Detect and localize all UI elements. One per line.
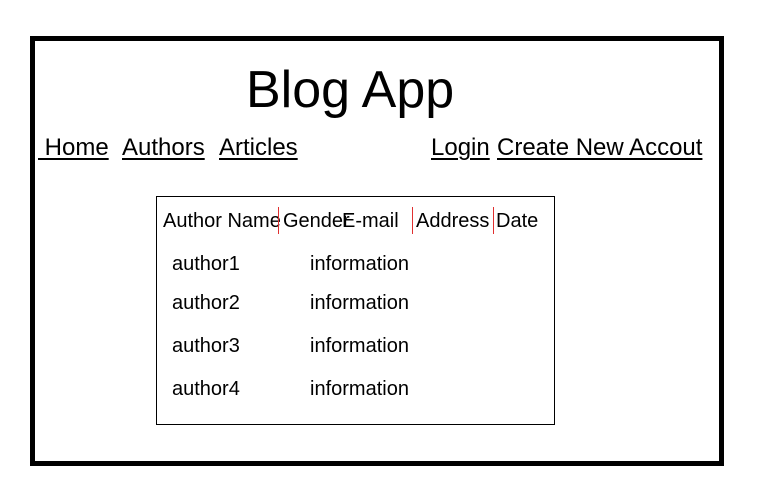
table-cell-author: author1 — [172, 253, 240, 275]
table-cell-information: information — [310, 335, 409, 357]
nav-link-login[interactable]: Login — [431, 134, 490, 162]
column-header-email: E-mail — [342, 210, 399, 232]
column-header-address: Address — [416, 210, 490, 232]
nav-link-articles[interactable]: Articles — [219, 134, 298, 162]
nav-link-authors[interactable]: Authors — [122, 134, 205, 162]
column-separator — [412, 207, 413, 234]
column-header-date: Date — [496, 210, 539, 232]
column-header-gender: Gender — [283, 210, 350, 232]
table-cell-information: information — [310, 378, 409, 400]
column-separator — [278, 207, 279, 234]
page-title: Blog App — [246, 61, 455, 119]
column-separator — [493, 207, 494, 234]
nav-link-create-account[interactable]: Create New Accout — [497, 134, 702, 162]
table-cell-information: information — [310, 253, 409, 275]
table-cell-information: information — [310, 292, 409, 314]
table-cell-author: author4 — [172, 378, 240, 400]
table-cell-author: author2 — [172, 292, 240, 314]
column-header-author-name: Author Name — [163, 210, 281, 232]
table-cell-author: author3 — [172, 335, 240, 357]
nav-link-home[interactable]: Home — [38, 134, 109, 162]
